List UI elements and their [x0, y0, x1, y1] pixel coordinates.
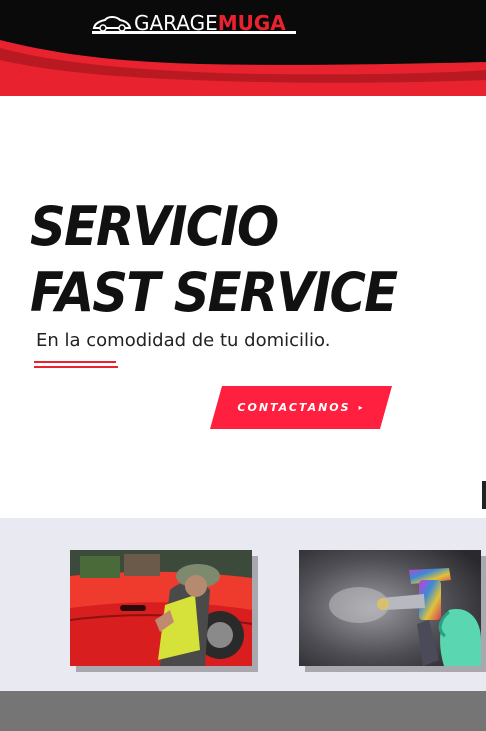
cta-label: CONTACTANOS [237, 401, 351, 414]
service-card-2[interactable] [299, 550, 486, 672]
cta-label-wrap: CONTACTANOS ▸ [210, 386, 392, 429]
contactanos-button[interactable]: CONTACTANOS ▸ [210, 386, 392, 429]
hero-section: SERVICIO FAST SERVICE En la comodidad de… [0, 96, 486, 518]
car-logo-icon [92, 16, 132, 32]
arrow-right-icon: ▸ [358, 403, 365, 412]
logo-wordmark: GARAGEMUGA [134, 13, 286, 33]
site-header: GARAGEMUGA [0, 0, 486, 96]
red-car-worker-photo [70, 550, 252, 666]
service-card-1[interactable] [70, 550, 258, 672]
spray-paint-gun-photo [299, 550, 481, 666]
cut-off-edge-element [482, 481, 486, 509]
hero-title-line-1: SERVICIO [30, 195, 279, 258]
hero-subtitle: En la comodidad de tu domicilio. [36, 330, 331, 351]
bottom-overlay-bar [0, 691, 486, 731]
hero-title: SERVICIO FAST SERVICE [30, 194, 398, 326]
decorative-red-lines [34, 361, 118, 369]
logo-underline [92, 31, 296, 34]
hero-title-line-2: FAST SERVICE [30, 261, 398, 324]
